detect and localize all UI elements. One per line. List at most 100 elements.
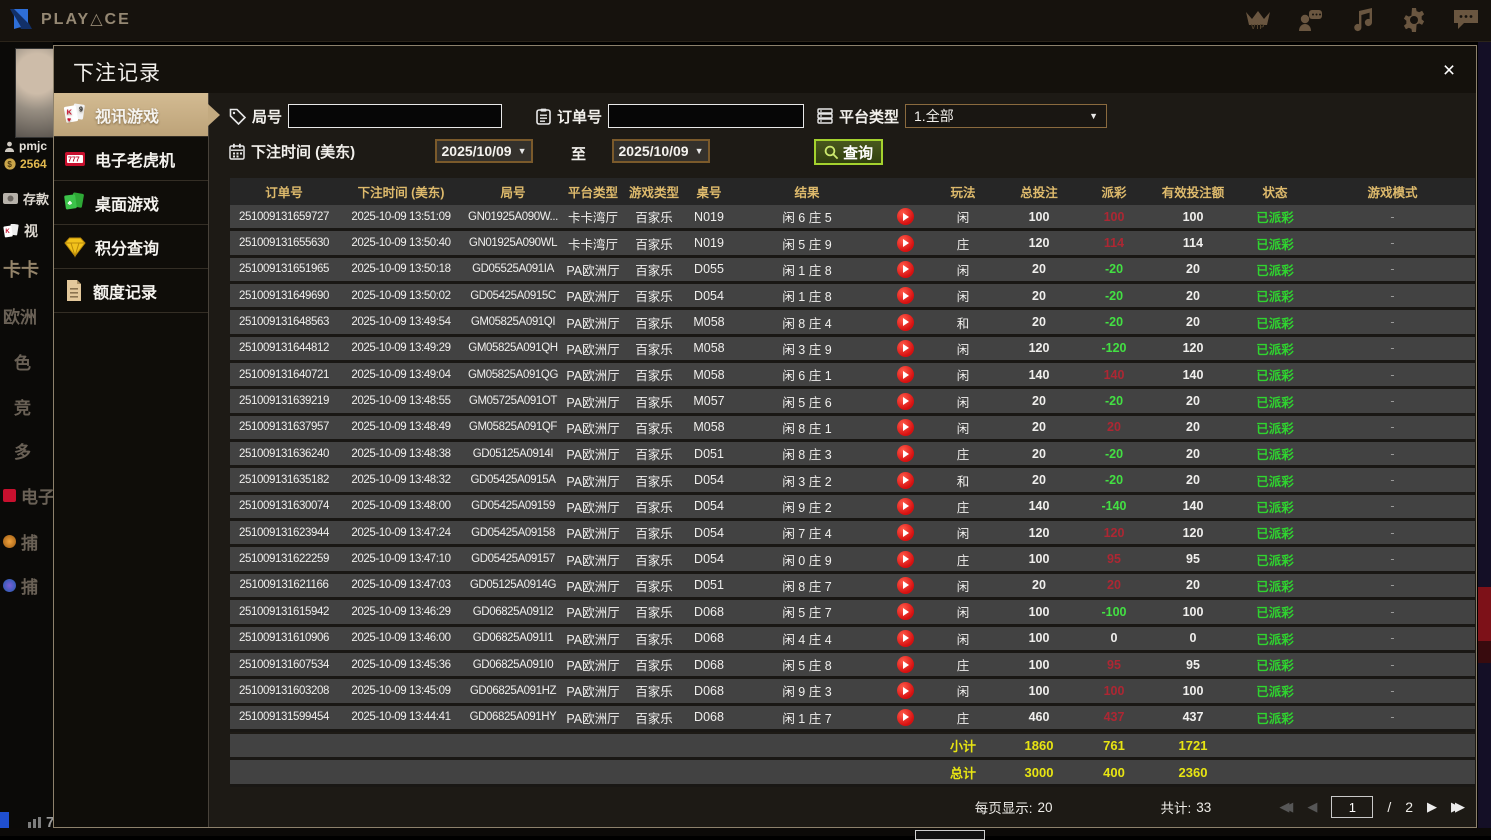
sidebar-tab-table-games[interactable]: ♣ 桌面游戏	[54, 181, 208, 225]
table-cell: 95	[1186, 657, 1200, 672]
table-row: 251009131659727 2025-10-09 13:51:09 GN0192…	[230, 205, 1475, 232]
table-cell: -	[1390, 288, 1395, 303]
play-video-icon[interactable]	[896, 339, 914, 357]
table-cell: 251009131615942	[239, 605, 329, 618]
bg-menu-item[interactable]: 色	[14, 349, 31, 374]
bg-menu-item[interactable]: 卡卡	[3, 256, 39, 282]
table-cell: 2025-10-09 13:48:32	[351, 474, 451, 487]
app-logo-text: PLAY△CE	[41, 11, 131, 28]
table-cell: 437	[1182, 710, 1204, 725]
bg-menu-item[interactable]: 捕	[3, 573, 38, 598]
column-header: 平台类型	[567, 186, 618, 200]
table-cell: D054	[694, 552, 724, 567]
table-cell: 已派彩	[1256, 342, 1294, 357]
table-cell: 已派彩	[1256, 632, 1294, 647]
tab-label: 积分查询	[95, 240, 160, 258]
deposit-item[interactable]: 存款	[3, 189, 49, 208]
table-cell: 2360	[1178, 764, 1208, 780]
sidebar-tab-points[interactable]: 积分查询	[54, 225, 208, 269]
table-row: 251009131637957 2025-10-09 13:48:49 GM0582…	[230, 415, 1475, 443]
table-cell: 已派彩	[1256, 527, 1294, 542]
play-video-icon[interactable]	[896, 392, 914, 410]
music-icon[interactable]	[1347, 4, 1377, 36]
table-cell: 0	[1110, 631, 1118, 646]
next-page-icon[interactable]: ▶	[1427, 799, 1437, 815]
bg-menu-item[interactable]: 捕	[3, 529, 38, 554]
table-cell: 2025-10-09 13:48:49	[351, 421, 451, 434]
play-video-icon[interactable]	[896, 366, 914, 384]
decoration	[1478, 587, 1491, 641]
play-video-icon[interactable]	[896, 287, 914, 305]
bg-menu-video[interactable]: K 视	[3, 221, 38, 241]
sidebar-tab-slots[interactable]: 777 电子老虎机	[54, 137, 208, 181]
table-cell: 120	[1028, 236, 1050, 251]
play-video-icon[interactable]	[896, 603, 914, 621]
table-cell: 已派彩	[1256, 711, 1294, 726]
play-video-icon[interactable]	[896, 550, 914, 568]
table-cell: 251009131607534	[239, 658, 329, 671]
close-icon[interactable]: ×	[1436, 58, 1462, 84]
bg-menu-item[interactable]: 电子	[3, 483, 53, 508]
table-cell: GM05825A091QF	[468, 421, 558, 434]
query-button[interactable]: 查询	[814, 139, 884, 165]
round-input[interactable]	[288, 104, 503, 128]
play-video-icon[interactable]	[896, 682, 914, 700]
table-cell: 已派彩	[1256, 290, 1294, 305]
table-cell: -	[1390, 525, 1395, 540]
green-cards-icon: ♣	[64, 192, 84, 210]
svg-text:$: $	[7, 160, 12, 169]
order-input[interactable]	[608, 104, 805, 128]
background-right-strip	[1478, 41, 1491, 836]
background-bottom-strip	[0, 828, 1491, 840]
table-cell: PA欧洲厅	[566, 685, 620, 700]
table-cell: 120	[1182, 525, 1204, 540]
sidebar-tab-quota-records[interactable]: 额度记录	[54, 269, 208, 313]
play-video-icon[interactable]	[896, 260, 914, 278]
play-video-icon[interactable]	[896, 629, 914, 647]
table-cell: 庄	[956, 659, 970, 674]
sidebar-tab-video-games[interactable]: 9 K ♥ 视讯游戏	[54, 93, 220, 137]
play-video-icon[interactable]	[896, 576, 914, 594]
bg-menu-item[interactable]: 多	[14, 438, 31, 463]
play-video-icon[interactable]	[896, 234, 914, 252]
play-video-icon[interactable]	[896, 208, 914, 226]
svg-text:K: K	[5, 229, 10, 235]
play-video-icon[interactable]	[896, 497, 914, 515]
page-number-input[interactable]: 1	[1331, 796, 1374, 818]
table-cell: GD05425A0915A	[470, 474, 556, 487]
bg-menu-item[interactable]: 欧洲	[3, 303, 37, 328]
last-page-icon[interactable]: ▶▶	[1451, 799, 1465, 815]
avatar[interactable]	[15, 48, 53, 138]
play-video-icon[interactable]	[896, 445, 914, 463]
table-cell: 460	[1028, 710, 1050, 725]
table-cell: 闲	[956, 685, 970, 700]
date-from-select[interactable]: 2025/10/09 ▼	[435, 139, 533, 163]
chat-icon[interactable]	[1451, 4, 1481, 36]
play-video-icon[interactable]	[896, 418, 914, 436]
clipboard-icon	[536, 108, 551, 125]
first-page-icon[interactable]: ◀◀	[1279, 799, 1293, 815]
date-to-select[interactable]: 2025/10/09 ▼	[612, 139, 710, 163]
bg-menu-item[interactable]: 竞	[14, 394, 31, 419]
table-cell: PA欧洲厅	[566, 553, 620, 568]
balance: 2564	[20, 157, 47, 171]
table-cell: 庄	[956, 448, 970, 463]
money-icon: $	[4, 158, 16, 170]
svg-text:777: 777	[68, 157, 80, 164]
support-icon[interactable]	[1295, 4, 1325, 36]
table-cell: -120	[1101, 341, 1127, 356]
table-cell: 百家乐	[635, 395, 673, 410]
tab-label: 桌面游戏	[95, 196, 160, 214]
table-cell: 闲 8 庄 3	[782, 448, 832, 463]
play-video-icon[interactable]	[896, 708, 914, 726]
play-video-icon[interactable]	[896, 313, 914, 331]
table-cell: 百家乐	[635, 606, 673, 621]
table-cell: 20	[1107, 420, 1121, 435]
play-video-icon[interactable]	[896, 524, 914, 542]
prev-page-icon[interactable]: ◀	[1307, 799, 1317, 815]
settings-icon[interactable]	[1399, 4, 1429, 36]
play-video-icon[interactable]	[896, 656, 914, 674]
play-video-icon[interactable]	[896, 471, 914, 489]
platform-select[interactable]: 1.全部 ▼	[905, 104, 1108, 128]
vip-icon[interactable]: VIP	[1243, 4, 1273, 36]
